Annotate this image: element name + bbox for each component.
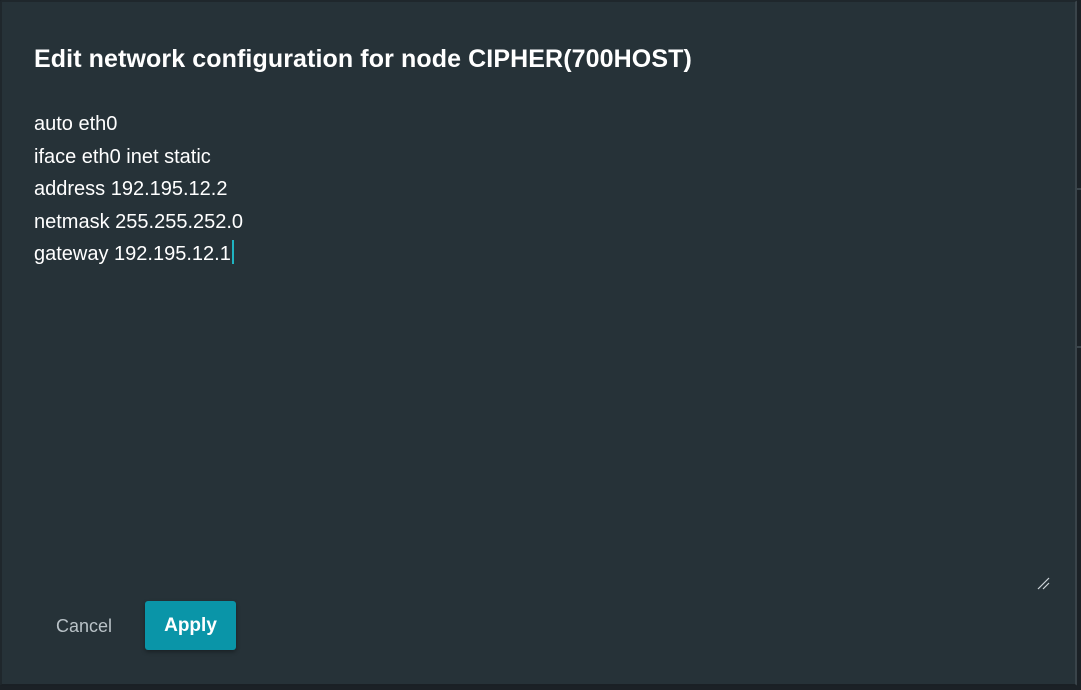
apply-button[interactable]: Apply [145,601,236,650]
dialog-title: Edit network configuration for node CIPH… [34,45,692,73]
config-line: netmask 255.255.252.0 [34,210,244,233]
config-line: auto eth0 [34,113,118,135]
backdrop-divider [1077,346,1081,348]
config-line-last: gateway 192.195.12.1 [34,238,1050,271]
backdrop-divider [1077,188,1081,190]
config-line: iface eth0 inet static [34,145,211,168]
network-config-textarea[interactable]: auto eth0 iface eth0 inet static address… [34,108,1050,590]
cancel-button[interactable]: Cancel [42,604,126,648]
config-line-text: gateway 192.195.12.1 [34,243,231,265]
text-caret [231,240,234,264]
resize-grip-icon[interactable] [1036,568,1050,590]
config-line: address 192.195.12.2 [34,178,228,200]
network-config-dialog: Edit network configuration for node CIPH… [0,0,1077,686]
